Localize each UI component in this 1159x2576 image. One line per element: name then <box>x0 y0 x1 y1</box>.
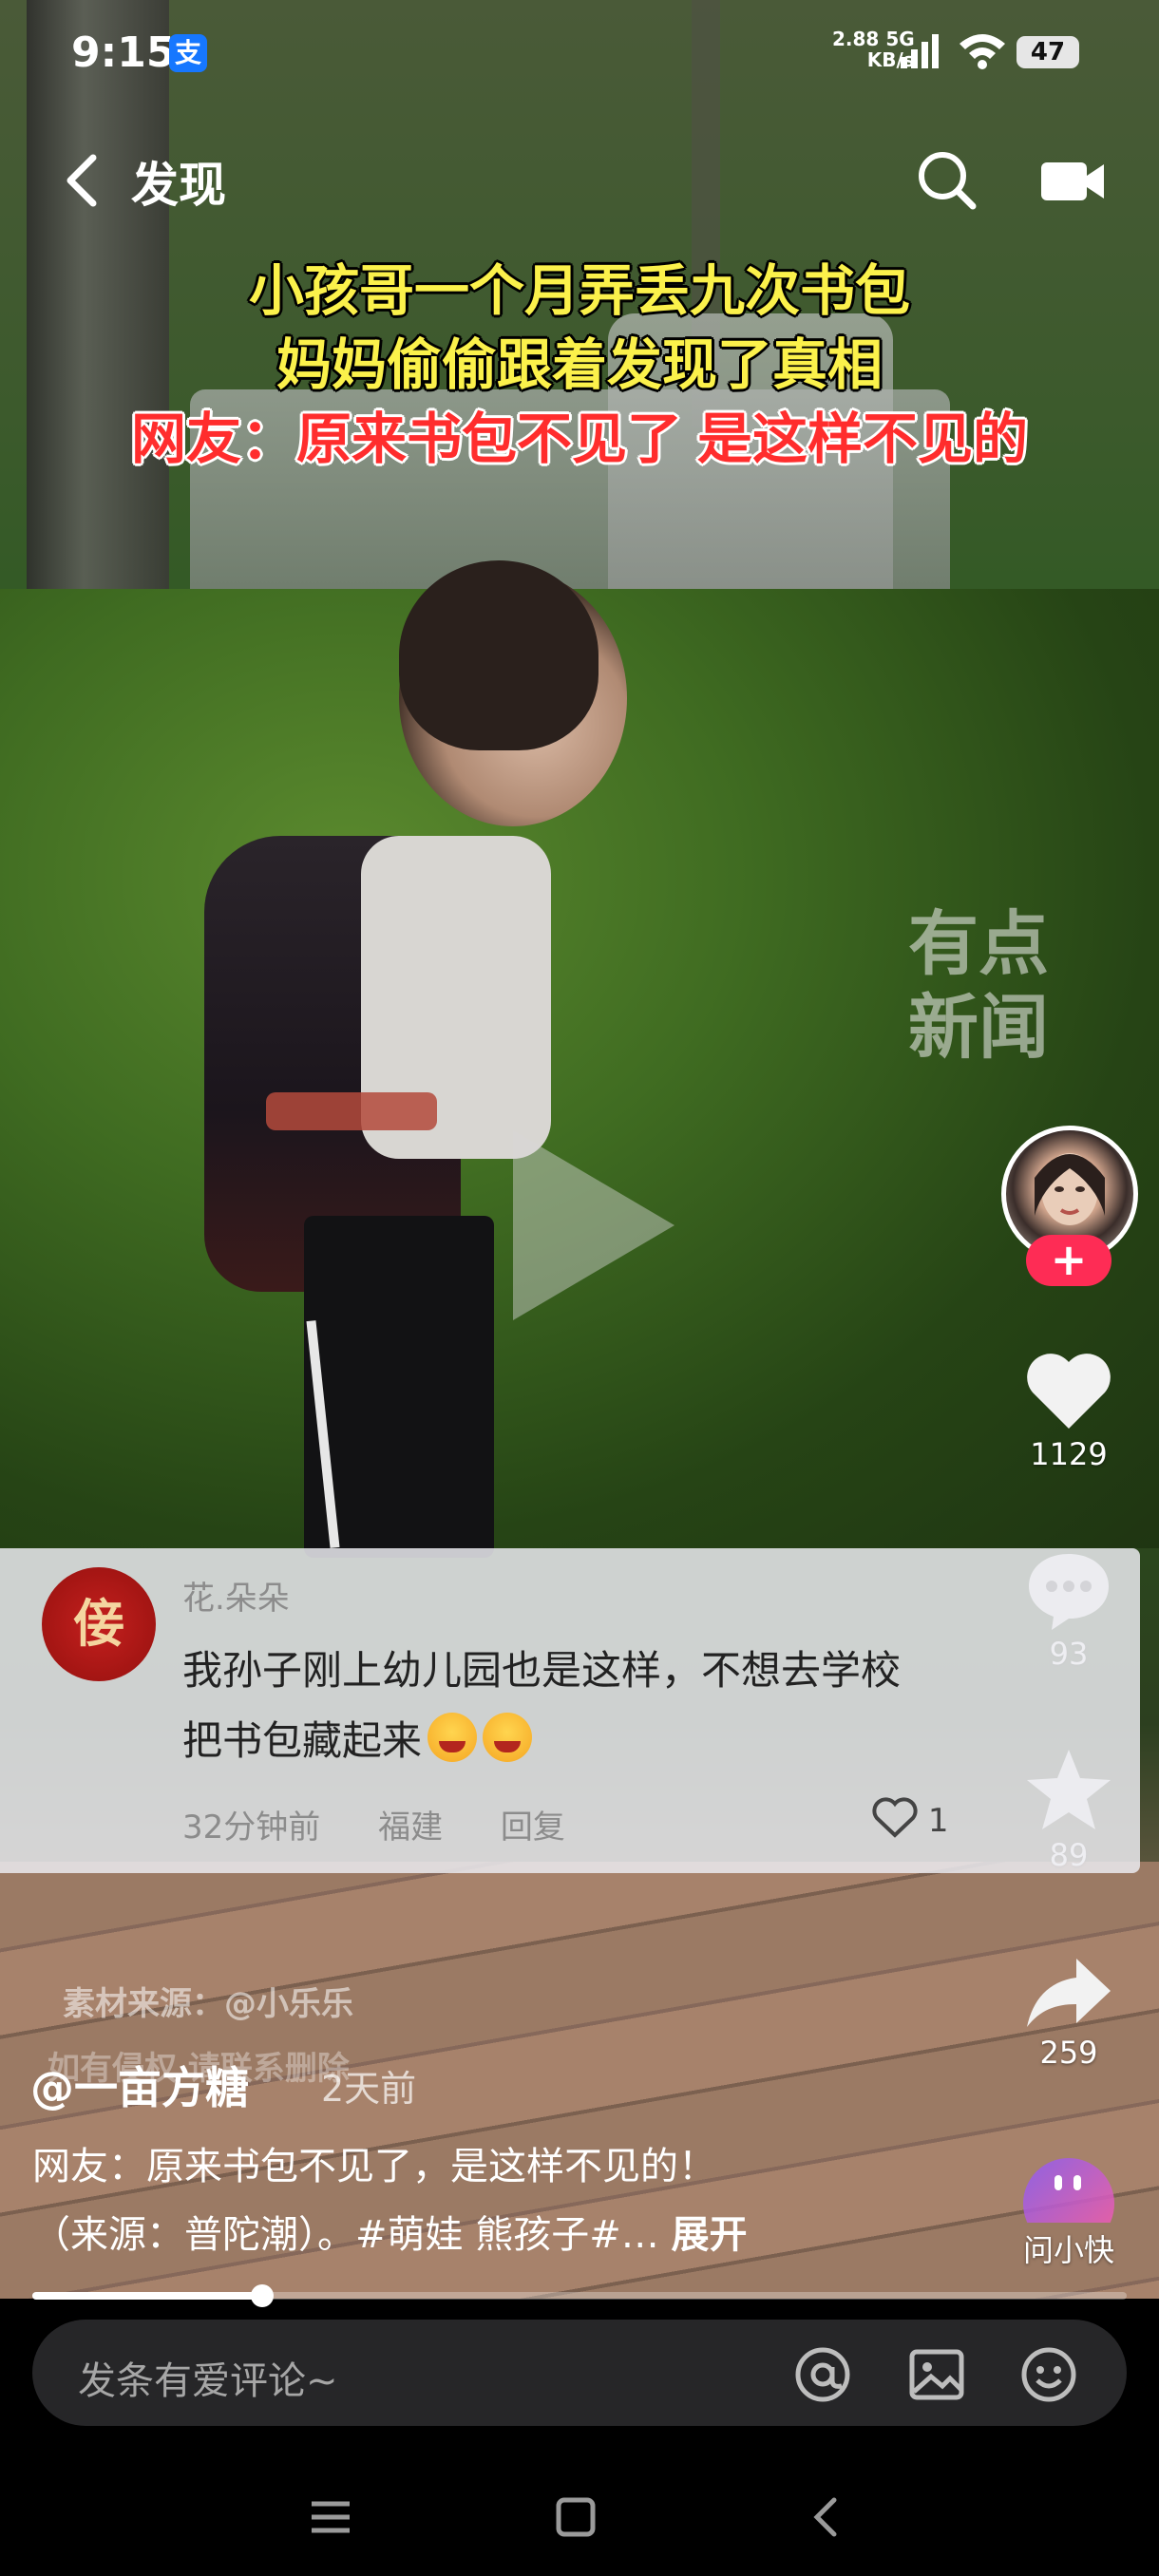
comment-input-bar[interactable]: 发条有爱评论~ <box>32 2320 1127 2426</box>
emoji-icon[interactable] <box>1018 2344 1079 2405</box>
share-count: 259 <box>1039 2035 1098 2071</box>
laugh-cry-emoji-icon <box>483 1713 533 1762</box>
progress-thumb[interactable] <box>250 2284 274 2307</box>
like-button[interactable]: 1129 <box>1007 1349 1130 1472</box>
comment-like-count: 1 <box>927 1802 949 1840</box>
headline-line-1: 小孩哥一个月弄丢九次书包 <box>248 260 910 322</box>
comment-input-placeholder[interactable]: 发条有爱评论~ <box>78 2350 338 2405</box>
follow-button[interactable]: + <box>1026 1235 1112 1286</box>
caption-line-2: （来源：普陀潮）。#萌娃 熊孩子#… <box>32 2213 659 2257</box>
caption-line-2-wrap: （来源：普陀潮）。#萌娃 熊孩子#… 展开 <box>32 2201 982 2269</box>
back-nav-icon[interactable] <box>798 2489 855 2546</box>
assistant-icon <box>1023 2158 1114 2249</box>
video-headline: 小孩哥一个月弄丢九次书包 妈妈偷偷跟着发现了真相 网友：原来书包不见了 是这样不… <box>0 255 1159 477</box>
comment-heart-icon <box>872 1797 918 1838</box>
commenter-avatar[interactable]: 倿 <box>42 1567 156 1681</box>
at-icon[interactable] <box>792 2344 853 2405</box>
like-count: 1129 <box>1030 1436 1108 1472</box>
comment-location: 福建 <box>378 1809 444 1847</box>
laugh-cry-emoji-icon <box>428 1713 478 1762</box>
caption-line-1: 网友：原来书包不见了，是这样不见的！ <box>32 2145 716 2188</box>
comment-like-button[interactable]: 1 <box>872 1797 948 1840</box>
comment-meta: 32分钟前 福建 回复 <box>182 1801 613 1847</box>
source-credit: 素材来源：@小乐乐 <box>63 1985 353 2023</box>
share-icon <box>1027 1959 1111 2027</box>
post-caption: 网友：原来书包不见了，是这样不见的！ （来源：普陀潮）。#萌娃 熊孩子#… 展开 <box>32 2132 982 2269</box>
top-nav: 发现 <box>0 138 1159 223</box>
ask-label: 问小快 <box>1022 2232 1114 2268</box>
progress-fill <box>32 2292 262 2300</box>
commenter-avatar-mark: 倿 <box>73 1594 124 1654</box>
status-bar: 9:15 支 2.88 5G KB/s 47 <box>0 0 1159 104</box>
home-icon[interactable] <box>547 2489 604 2546</box>
video-icon[interactable] <box>1039 159 1106 204</box>
author-name[interactable]: @一亩方糖 <box>30 2054 249 2116</box>
boy-hair <box>399 560 598 750</box>
wifi-icon <box>960 34 1005 69</box>
play-icon[interactable] <box>494 1121 684 1330</box>
menu-icon[interactable] <box>302 2489 359 2546</box>
clock: 9:15 <box>71 28 176 77</box>
reply-button[interactable]: 回复 <box>501 1809 565 1847</box>
comment-text-line-1: 我孙子刚上幼儿园也是这样，不想去学校 <box>182 1647 902 1694</box>
headline-line-2: 妈妈偷偷跟着发现了真相 <box>276 334 883 396</box>
ask-assistant-button[interactable]: 问小快 <box>1007 2154 1130 2270</box>
post-time: 2天前 <box>321 2068 417 2110</box>
channel-watermark: 有点 新闻 <box>884 902 1074 1070</box>
expand-button[interactable]: 展开 <box>671 2213 747 2257</box>
comment-text-line-2: 把书包藏起来 <box>182 1717 423 1764</box>
headline-line-3: 网友：原来书包不见了 是这样不见的 <box>130 408 1029 470</box>
watermark-line-2: 新闻 <box>908 987 1049 1069</box>
comment-time: 32分钟前 <box>182 1809 321 1847</box>
app-screen: 小孩哥一个月弄丢九次书包 妈妈偷偷跟着发现了真相 网友：原来书包不见了 是这样不… <box>0 0 1159 2576</box>
commenter-name[interactable]: 花.朵朵 <box>182 1572 290 1619</box>
search-icon[interactable] <box>914 147 980 214</box>
back-icon[interactable] <box>59 152 106 209</box>
comment-text-line-2-wrap: 把书包藏起来 <box>182 1706 1056 1776</box>
watermark-line-1: 有点 <box>908 903 1049 985</box>
backpack-strap <box>266 1092 437 1130</box>
signal-icon <box>901 34 939 68</box>
alipay-icon: 支 <box>169 34 207 72</box>
video-progress-bar[interactable] <box>32 2284 1127 2307</box>
comment-text: 我孙子刚上幼儿园也是这样，不想去学校 把书包藏起来 <box>182 1636 1056 1776</box>
share-button[interactable]: 259 <box>1007 1955 1130 2071</box>
system-navigation-bar <box>0 2441 1159 2576</box>
heart-icon <box>1027 1354 1111 1429</box>
net-speed-value: 2.88 <box>832 28 880 50</box>
page-title[interactable]: 发现 <box>131 147 226 216</box>
image-icon[interactable] <box>906 2344 967 2405</box>
battery-indicator: 47 <box>1016 36 1079 68</box>
